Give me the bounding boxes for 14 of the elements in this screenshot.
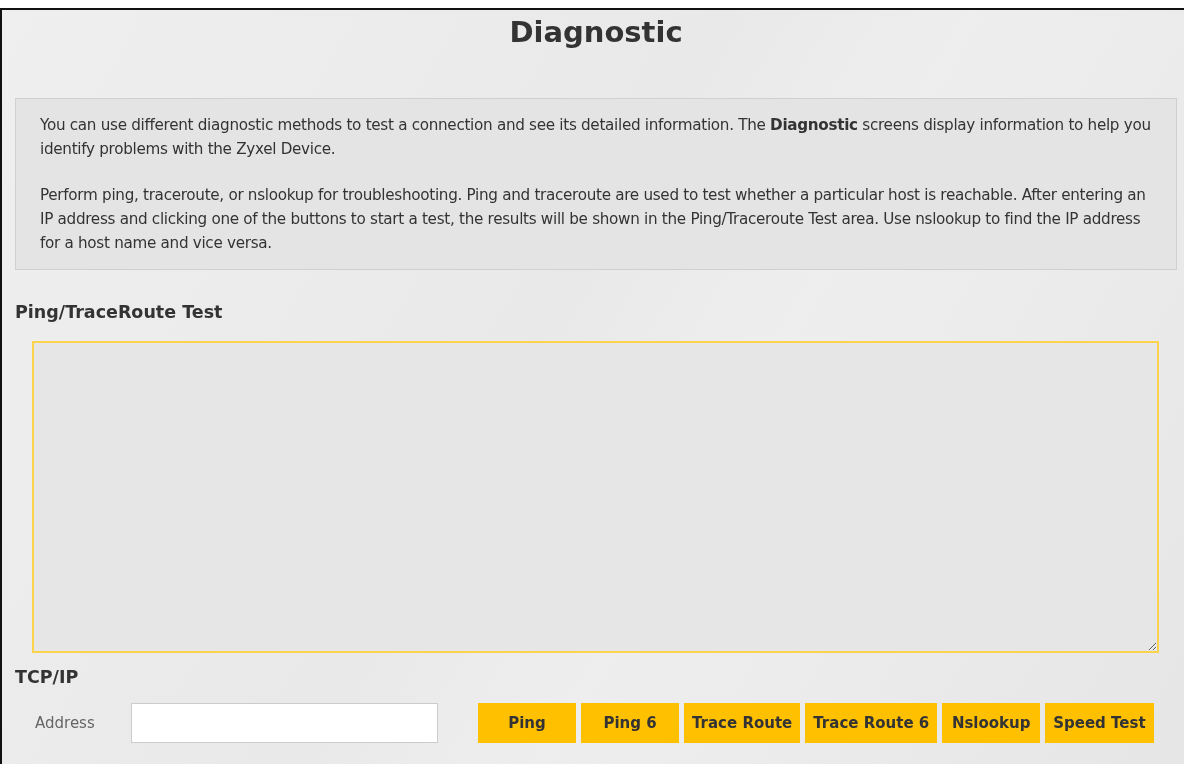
address-label: Address [35,714,96,732]
section-heading: TCP/IP [15,667,80,687]
result-area[interactable] [32,341,1159,653]
section-heading: Ping/TraceRoute Test [15,302,224,322]
info-paragraph: Perform ping, traceroute, or nslookup for troubleshooting. Ping and traceroute are used to test whether a particular host is reachable. After entering an IP address and clicking one of the buttons to start a test, the results will be shown in the Ping/Traceroute Test area. Use nslookup to find the IP address for a host name and vice versa. [40,185,1147,254]
test-button[interactable]: Trace Route [684,703,801,743]
test-button[interactable]: Ping 6 [581,703,679,743]
test-button[interactable]: Nslookup [942,703,1041,743]
test-button[interactable]: Ping [478,703,576,743]
address-field[interactable] [131,703,438,743]
test-button[interactable]: Speed Test [1045,703,1154,743]
page-title: Diagnostic [508,14,684,51]
info-paragraph: You can use different diagnostic methods to test a connection and see its detailed information. The Diagnostic screens display information to help you identify problems with the Zyxel Device. [40,115,1152,160]
test-button[interactable]: Trace Route 6 [805,703,938,743]
